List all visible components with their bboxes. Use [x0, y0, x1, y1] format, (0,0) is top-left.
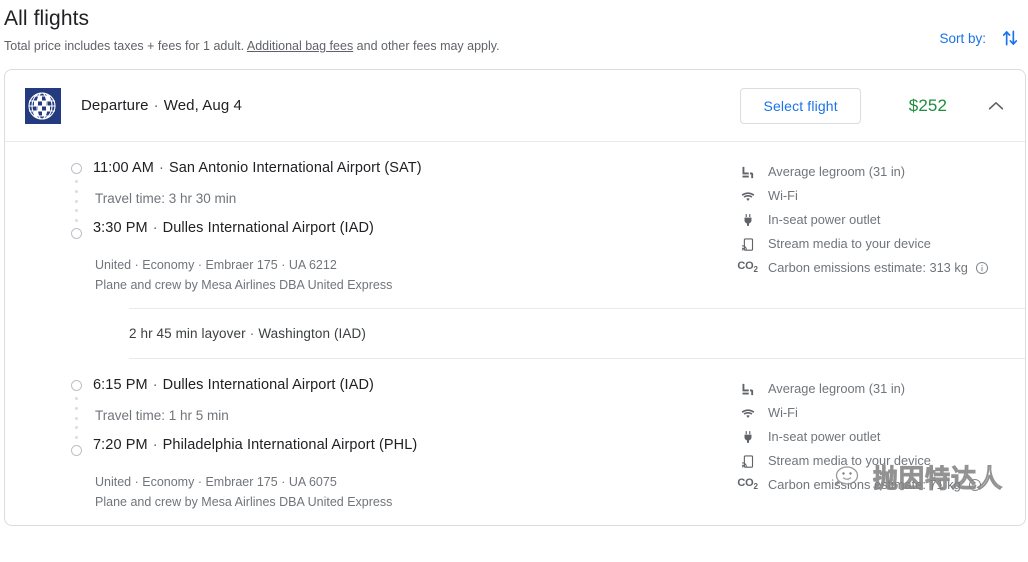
- amenity-legroom: Average legroom (31 in): [739, 377, 1011, 401]
- leg-arrival-airport: Dulles International Airport (IAD): [162, 220, 374, 236]
- amenity-carbon: CO2 Carbon emissions estimate: 313 kg: [737, 256, 1011, 280]
- layover-city: Washington (IAD): [258, 326, 366, 341]
- leg-arrival-row: 3:30 PM · Dulles International Airport (IA…: [93, 220, 374, 236]
- direction-text: Departure: [81, 97, 149, 114]
- leg-meta-line1: United · Economy · Embraer 175 · UA 6075: [95, 475, 337, 489]
- wifi-icon: [739, 188, 756, 204]
- page-header: All flights Total price includes taxes +…: [0, 0, 1028, 54]
- power-plug-icon: [739, 429, 756, 445]
- layover-text: 2 hr 45 min layover · Washington (IAD): [129, 326, 1025, 341]
- layover-row: 2 hr 45 min layover · Washington (IAD): [129, 308, 1025, 359]
- cast-stream-icon: [739, 454, 756, 469]
- leg-meta-line1: United · Economy · Embraer 175 · UA 6212: [95, 258, 337, 272]
- timeline-origin-marker: [71, 380, 82, 391]
- leg-meta: United · Economy · Embraer 175 · UA 6212…: [93, 256, 733, 294]
- flight-leg: 11:00 AM · San Antonio International Airpo…: [5, 142, 1025, 308]
- leg-timeline: [71, 380, 83, 456]
- additional-bag-fees-link[interactable]: Additional bag fees: [247, 39, 353, 53]
- select-flight-button[interactable]: Select flight: [740, 87, 861, 124]
- timeline-dotted-line: [75, 180, 78, 222]
- co2-icon: CO2: [737, 259, 758, 275]
- timeline-destination-marker: [71, 445, 82, 456]
- amenity-label: In-seat power outlet: [768, 212, 881, 227]
- leg-itinerary: 6:15 PM · Dulles International Airport (IA…: [71, 375, 733, 511]
- leg-arrival-row: 7:20 PM · Philadelphia International Airpo…: [93, 437, 418, 453]
- header-separator: ·: [153, 97, 159, 114]
- timeline-origin-marker: [71, 163, 82, 174]
- amenity-stream: Stream media to your device: [739, 232, 1011, 256]
- leg-departure-airport: San Antonio International Airport (SAT): [168, 160, 422, 176]
- leg-travel-time: Travel time: 1 hr 5 min: [95, 408, 229, 423]
- page-subtitle: Total price includes taxes + fees for 1 …: [4, 38, 1028, 54]
- leg-arrival-time: 7:20 PM: [93, 437, 148, 453]
- amenity-label: Wi-Fi: [768, 188, 798, 203]
- flight-card-actions: Select flight $252: [740, 87, 1013, 124]
- amenity-label: Carbon emissions estimate: 313 kg: [768, 260, 968, 275]
- amenity-label: Stream media to your device: [768, 236, 931, 251]
- amenity-wifi: Wi-Fi: [739, 184, 1011, 208]
- sort-control[interactable]: Sort by:: [939, 28, 1020, 48]
- amenity-legroom: Average legroom (31 in): [739, 160, 1011, 184]
- leg-travel-time: Travel time: 3 hr 30 min: [95, 191, 237, 206]
- power-plug-icon: [739, 212, 756, 228]
- leg-meta-line2: Plane and crew by Mesa Airlines DBA Unit…: [95, 278, 393, 292]
- info-circle-icon[interactable]: [975, 261, 989, 275]
- amenity-power: In-seat power outlet: [739, 425, 1011, 449]
- sort-arrows-icon[interactable]: [1000, 28, 1020, 48]
- amenity-label: Stream media to your device: [768, 453, 931, 468]
- subtitle-text-before: Total price includes taxes + fees for 1 …: [4, 39, 247, 53]
- leg-amenities: Average legroom (31 in) Wi-Fi In-seat po…: [733, 158, 1011, 294]
- info-circle-icon[interactable]: [968, 478, 982, 492]
- layover-duration: 2 hr 45 min layover: [129, 326, 246, 341]
- amenity-label: Average legroom (31 in): [768, 381, 906, 396]
- leg-meta-line2: Plane and crew by Mesa Airlines DBA Unit…: [95, 495, 393, 509]
- flight-price: $252: [908, 95, 947, 115]
- amenity-label: In-seat power outlet: [768, 429, 881, 444]
- amenity-label: Carbon emissions estimate: 71 kg: [768, 477, 961, 492]
- leg-departure-row: 6:15 PM · Dulles International Airport (IA…: [93, 377, 374, 393]
- layover-separator: ·: [249, 326, 255, 341]
- co2-icon: CO2: [737, 476, 758, 492]
- amenity-power: In-seat power outlet: [739, 208, 1011, 232]
- departure-label: Departure · Wed, Aug 4: [81, 97, 242, 114]
- collapse-chevron-up-icon[interactable]: [947, 95, 1013, 117]
- amenity-label: Wi-Fi: [768, 405, 798, 420]
- leg-arrival-time: 3:30 PM: [93, 220, 148, 236]
- leg-meta: United · Economy · Embraer 175 · UA 6075…: [93, 473, 733, 511]
- amenity-carbon: CO2 Carbon emissions estimate: 71 kg: [737, 473, 1011, 497]
- united-globe-logo: [25, 87, 61, 124]
- leg-amenities: Average legroom (31 in) Wi-Fi In-seat po…: [733, 375, 1011, 511]
- legroom-seat-icon: [739, 382, 756, 397]
- departure-date: Wed, Aug 4: [163, 97, 242, 114]
- flight-result-card[interactable]: Departure · Wed, Aug 4 Select flight $252: [4, 69, 1026, 526]
- leg-departure-airport: Dulles International Airport (IAD): [162, 377, 374, 393]
- leg-departure-time: 11:00 AM: [93, 160, 154, 176]
- flight-card-header[interactable]: Departure · Wed, Aug 4 Select flight $252: [5, 70, 1025, 142]
- subtitle-text-after: and other fees may apply.: [353, 39, 500, 53]
- amenity-stream: Stream media to your device: [739, 449, 1011, 473]
- page-title: All flights: [4, 7, 90, 30]
- flight-leg: 6:15 PM · Dulles International Airport (IA…: [5, 359, 1025, 525]
- leg-departure-time: 6:15 PM: [93, 377, 148, 393]
- leg-arrival-airport: Philadelphia International Airport (PHL): [162, 437, 418, 453]
- wifi-icon: [739, 405, 756, 421]
- legroom-seat-icon: [739, 165, 756, 180]
- timeline-dotted-line: [75, 397, 78, 439]
- timeline-destination-marker: [71, 228, 82, 239]
- leg-itinerary: 11:00 AM · San Antonio International Airpo…: [71, 158, 733, 294]
- leg-timeline: [71, 163, 83, 239]
- cast-stream-icon: [739, 237, 756, 252]
- sort-by-label[interactable]: Sort by:: [939, 31, 986, 46]
- amenity-wifi: Wi-Fi: [739, 401, 1011, 425]
- leg-departure-row: 11:00 AM · San Antonio International Airpo…: [93, 160, 422, 176]
- amenity-label: Average legroom (31 in): [768, 164, 906, 179]
